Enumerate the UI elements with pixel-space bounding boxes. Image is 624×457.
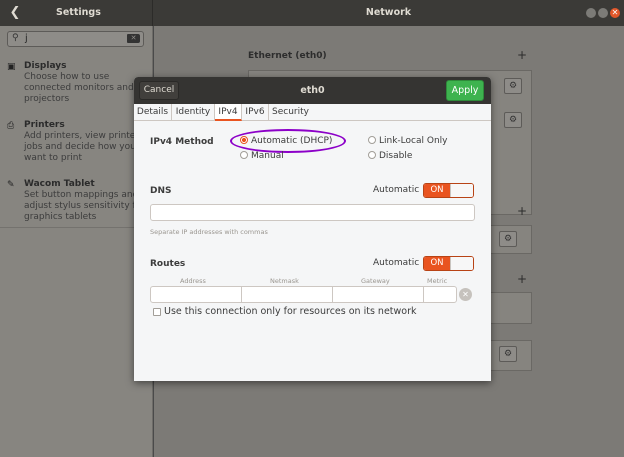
dialog-title: eth0	[300, 85, 325, 96]
tablet-icon: ✎	[7, 180, 15, 190]
proxy-settings-button[interactable]: ⚙	[499, 346, 517, 362]
toggle-on-label: ON	[424, 184, 450, 197]
maximize-button[interactable]	[598, 8, 608, 18]
route-separator	[332, 287, 333, 302]
radio-icon	[368, 136, 376, 144]
route-separator	[423, 287, 424, 302]
clear-search-icon[interactable]: ✕	[127, 34, 140, 43]
tab-ipv6[interactable]: IPv6	[242, 104, 269, 121]
gear-icon: ⚙	[508, 115, 518, 125]
toggle-on-label: ON	[424, 257, 450, 270]
sidebar-item-name: Wacom Tablet	[24, 179, 95, 189]
settings-title: Settings	[56, 7, 101, 18]
routes-col-metric: Metric	[427, 277, 448, 285]
gear-icon: ⚙	[503, 234, 513, 244]
dns-automatic-toggle[interactable]: ON	[423, 183, 474, 198]
tab-security[interactable]: Security	[269, 104, 312, 121]
add-proxy-button[interactable]: +	[517, 272, 527, 286]
routes-col-netmask: Netmask	[270, 277, 299, 285]
ethernet-section-title: Ethernet (eth0)	[248, 51, 327, 61]
network-titlebar: Network ✕	[153, 0, 624, 26]
method-disable-label: Disable	[379, 151, 413, 161]
search-value: j	[25, 33, 28, 44]
method-manual-label: Manual	[251, 151, 284, 161]
dns-input[interactable]	[150, 204, 475, 221]
vpn-settings-button[interactable]: ⚙	[499, 231, 517, 247]
eth0-dialog: Cancel eth0 Apply Details Identity IPv4 …	[134, 77, 491, 381]
radio-icon	[368, 151, 376, 159]
only-local-label: Use this connection only for resources o…	[164, 306, 417, 317]
search-icon: ⚲	[12, 33, 19, 43]
settings-titlebar: ❮ Settings	[0, 0, 153, 26]
close-button[interactable]: ✕	[610, 8, 620, 18]
route-row[interactable]	[150, 286, 457, 303]
tab-ipv4[interactable]: IPv4	[215, 104, 242, 121]
sidebar-item-printers[interactable]: ⎙ Printers Add printers, view printer jo…	[0, 120, 153, 166]
minimize-button[interactable]	[586, 8, 596, 18]
radio-icon	[240, 151, 248, 159]
ethernet-settings-button[interactable]: ⚙	[504, 78, 522, 94]
gear-icon: ⚙	[508, 81, 518, 91]
tab-details[interactable]: Details	[134, 104, 172, 121]
sidebar-item-wacom-tablet[interactable]: ✎ Wacom Tablet Set button mappings and a…	[0, 179, 153, 225]
search-input[interactable]: ⚲ j ✕	[7, 31, 144, 47]
routes-label: Routes	[150, 259, 186, 269]
gear-icon: ⚙	[503, 349, 513, 359]
back-button[interactable]: ❮	[6, 4, 24, 22]
dialog-header: Cancel eth0 Apply	[134, 77, 491, 104]
display-icon: ▣	[7, 62, 16, 72]
network-title: Network	[365, 7, 412, 18]
dns-hint: Separate IP addresses with commas	[150, 228, 268, 236]
only-local-checkbox[interactable]	[153, 308, 161, 316]
printer-icon: ⎙	[7, 121, 15, 131]
dialog-tabs: Details Identity IPv4 IPv6 Security	[134, 104, 491, 121]
toggle-knob	[450, 184, 473, 197]
method-automatic-radio[interactable]: Automatic (DHCP)	[240, 136, 332, 146]
dns-label: DNS	[150, 186, 172, 196]
method-link-local-radio[interactable]: Link-Local Only	[368, 136, 447, 146]
method-link-local-label: Link-Local Only	[379, 136, 448, 146]
routes-col-address: Address	[180, 277, 206, 285]
sidebar: ⚲ j ✕ ▣ Displays Choose how to use conne…	[0, 26, 153, 457]
close-icon: ✕	[462, 290, 469, 299]
method-automatic-label: Automatic (DHCP)	[251, 136, 333, 146]
ipv4-settings: IPv4 Method Automatic (DHCP) Manual Link…	[134, 122, 491, 381]
delete-route-button[interactable]: ✕	[459, 288, 472, 301]
routes-automatic-label: Automatic	[373, 258, 420, 268]
add-ethernet-button[interactable]: +	[517, 48, 527, 62]
add-vpn-button[interactable]: +	[517, 204, 527, 218]
routes-automatic-toggle[interactable]: ON	[423, 256, 474, 271]
ethernet-settings-button[interactable]: ⚙	[504, 112, 522, 128]
sidebar-item-displays[interactable]: ▣ Displays Choose how to use connected m…	[0, 61, 153, 107]
toggle-knob	[450, 257, 473, 270]
ipv4-method-label: IPv4 Method	[150, 137, 214, 147]
sidebar-divider	[0, 227, 153, 228]
sidebar-item-name: Displays	[24, 61, 67, 71]
routes-col-gateway: Gateway	[361, 277, 390, 285]
close-icon: ✕	[611, 8, 619, 17]
tab-identity[interactable]: Identity	[172, 104, 215, 121]
dns-automatic-label: Automatic	[373, 185, 420, 195]
route-separator	[241, 287, 242, 302]
apply-button[interactable]: Apply	[446, 80, 484, 101]
method-manual-radio[interactable]: Manual	[240, 151, 284, 161]
radio-selected-icon	[240, 136, 248, 144]
method-disable-radio[interactable]: Disable	[368, 151, 412, 161]
chevron-left-icon: ❮	[9, 5, 21, 20]
sidebar-item-name: Printers	[24, 120, 65, 130]
